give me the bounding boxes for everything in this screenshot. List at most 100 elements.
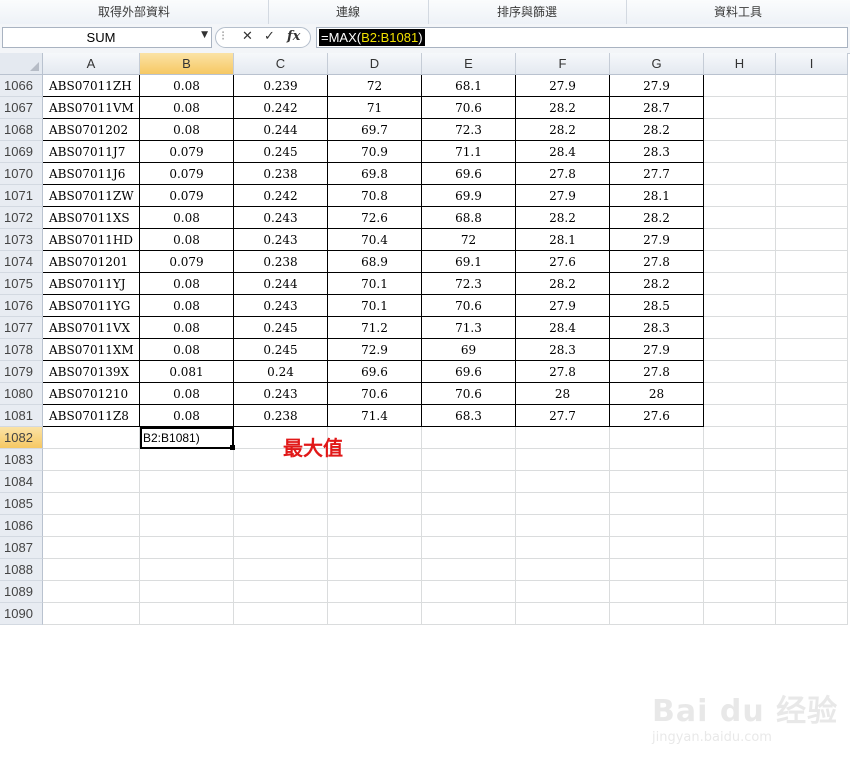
row-header[interactable]: 1086	[0, 515, 43, 537]
enter-icon[interactable]: ✓	[264, 29, 275, 44]
cell-f[interactable]: 28.2	[516, 207, 610, 229]
cell-empty[interactable]	[516, 515, 610, 537]
cell-h[interactable]	[704, 295, 776, 317]
cell-a[interactable]: ABS07011VX	[43, 317, 140, 339]
row-header[interactable]: 1072	[0, 207, 43, 229]
cell-e[interactable]: 72.3	[422, 119, 516, 141]
cell-i[interactable]	[776, 273, 848, 295]
cell-e[interactable]: 70.6	[422, 383, 516, 405]
column-header-a[interactable]: A	[43, 53, 140, 75]
cell-empty[interactable]	[516, 493, 610, 515]
cell-empty[interactable]	[776, 581, 848, 603]
cell-f[interactable]: 27.8	[516, 361, 610, 383]
row-header[interactable]: 1077	[0, 317, 43, 339]
cell-d[interactable]: 72.6	[328, 207, 422, 229]
column-header-g[interactable]: G	[610, 53, 704, 75]
cell-empty[interactable]	[422, 581, 516, 603]
cell-c[interactable]: 0.243	[234, 383, 328, 405]
cell-f[interactable]: 27.9	[516, 185, 610, 207]
cell-d[interactable]: 70.1	[328, 295, 422, 317]
cell-f[interactable]: 28.2	[516, 97, 610, 119]
cell-empty[interactable]	[610, 493, 704, 515]
cell-empty[interactable]	[43, 471, 140, 493]
cell-i[interactable]	[776, 97, 848, 119]
cell-empty[interactable]	[776, 471, 848, 493]
cell-c[interactable]: 0.238	[234, 405, 328, 427]
cell-empty[interactable]	[704, 515, 776, 537]
cell-d[interactable]: 72	[328, 75, 422, 97]
cell-empty[interactable]	[43, 603, 140, 625]
cell-a[interactable]: ABS07011HD	[43, 229, 140, 251]
cell-empty[interactable]	[43, 581, 140, 603]
cell-e[interactable]: 69.6	[422, 361, 516, 383]
cell-empty[interactable]	[422, 449, 516, 471]
cell-h[interactable]	[704, 339, 776, 361]
cell-empty[interactable]	[776, 559, 848, 581]
cell-a[interactable]: ABS07011ZH	[43, 75, 140, 97]
cell-d[interactable]: 69.8	[328, 163, 422, 185]
cell-d[interactable]: 71	[328, 97, 422, 119]
cell-empty[interactable]	[140, 515, 234, 537]
cell-c[interactable]: 0.238	[234, 251, 328, 273]
cell-d[interactable]: 70.8	[328, 185, 422, 207]
cell-empty[interactable]	[422, 603, 516, 625]
cell-empty[interactable]	[704, 603, 776, 625]
cell-empty[interactable]	[610, 515, 704, 537]
cell-empty[interactable]	[704, 581, 776, 603]
cell-i[interactable]	[776, 251, 848, 273]
cell-b[interactable]: 0.08	[140, 405, 234, 427]
cell-empty[interactable]	[328, 581, 422, 603]
cell-c[interactable]: 0.239	[234, 75, 328, 97]
cell-f[interactable]: 28.1	[516, 229, 610, 251]
cell-e[interactable]: 72.3	[422, 273, 516, 295]
cell-empty[interactable]	[234, 559, 328, 581]
cell-h[interactable]	[704, 361, 776, 383]
cell-b[interactable]: 0.079	[140, 141, 234, 163]
cell-empty[interactable]	[516, 427, 610, 449]
cell-b[interactable]: 0.08	[140, 229, 234, 251]
row-header[interactable]: 1089	[0, 581, 43, 603]
cell-i[interactable]	[776, 229, 848, 251]
cell-f[interactable]: 28.4	[516, 141, 610, 163]
cell-empty[interactable]	[610, 427, 704, 449]
cell-b[interactable]: 0.08	[140, 273, 234, 295]
cell-c[interactable]: 0.242	[234, 185, 328, 207]
row-header[interactable]: 1074	[0, 251, 43, 273]
cell-g[interactable]: 28.5	[610, 295, 704, 317]
cell-empty[interactable]	[328, 515, 422, 537]
cell-a[interactable]: ABS0701201	[43, 251, 140, 273]
column-header-c[interactable]: C	[234, 53, 328, 75]
cell-i[interactable]	[776, 383, 848, 405]
column-header-i[interactable]: I	[776, 53, 848, 75]
cell-h[interactable]	[704, 229, 776, 251]
cell-c[interactable]: 0.238	[234, 163, 328, 185]
row-header[interactable]: 1075	[0, 273, 43, 295]
cell-h[interactable]	[704, 163, 776, 185]
cell-e[interactable]: 68.1	[422, 75, 516, 97]
cell-empty[interactable]	[140, 603, 234, 625]
cell-d[interactable]: 70.9	[328, 141, 422, 163]
cell-i[interactable]	[776, 207, 848, 229]
cell-d[interactable]: 70.4	[328, 229, 422, 251]
cell-g[interactable]: 28.3	[610, 317, 704, 339]
cell-d[interactable]: 68.9	[328, 251, 422, 273]
row-header[interactable]: 1084	[0, 471, 43, 493]
row-header[interactable]: 1081	[0, 405, 43, 427]
cell-empty[interactable]	[328, 493, 422, 515]
cell-g[interactable]: 28.3	[610, 141, 704, 163]
cell-empty[interactable]	[234, 603, 328, 625]
cell-empty[interactable]	[610, 559, 704, 581]
cell-b[interactable]: 0.079	[140, 163, 234, 185]
cell-g[interactable]: 28.1	[610, 185, 704, 207]
cell-e[interactable]: 71.3	[422, 317, 516, 339]
cell-f[interactable]: 27.8	[516, 163, 610, 185]
cell-empty[interactable]	[422, 537, 516, 559]
cell-empty[interactable]	[516, 471, 610, 493]
row-header[interactable]: 1085	[0, 493, 43, 515]
cell-empty[interactable]	[422, 515, 516, 537]
row-header[interactable]: 1066	[0, 75, 43, 97]
cell-g[interactable]: 27.8	[610, 361, 704, 383]
cell-empty[interactable]	[704, 537, 776, 559]
cell-empty[interactable]	[140, 581, 234, 603]
row-header[interactable]: 1090	[0, 603, 43, 625]
